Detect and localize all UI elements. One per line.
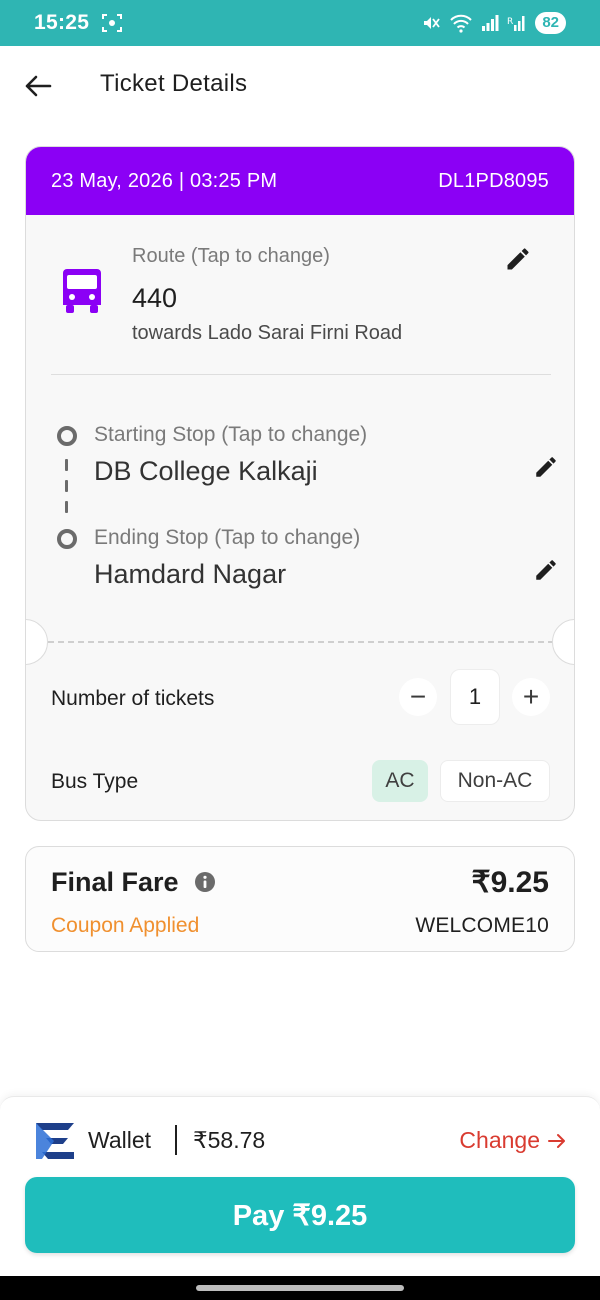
- route-divider: [51, 374, 551, 375]
- vehicle-number: DL1PD8095: [438, 169, 549, 192]
- app-header: Ticket Details: [0, 46, 600, 126]
- wallet-label: Wallet: [88, 1127, 152, 1153]
- pencil-icon: [507, 248, 529, 270]
- pay-button[interactable]: Pay ₹9.25: [25, 1177, 575, 1253]
- edit-end-stop-button[interactable]: [528, 552, 564, 588]
- ticket-count: 1: [450, 669, 500, 725]
- ticket-header: 23 May, 2026 | 03:25 PM DL1PD8095: [26, 147, 574, 215]
- fare-amount: ₹9.25: [471, 866, 549, 899]
- change-payment-button[interactable]: Change: [459, 1127, 566, 1154]
- svg-text:R: R: [507, 17, 513, 27]
- back-button[interactable]: [18, 68, 58, 104]
- battery-badge: 82: [535, 12, 566, 34]
- change-label: Change: [459, 1127, 540, 1153]
- signal-icon-2: R: [507, 16, 525, 31]
- pencil-icon: [536, 560, 556, 580]
- wifi-icon: [450, 14, 473, 33]
- wallet-balance: ₹58.78: [193, 1127, 266, 1153]
- route-label: Route (Tap to change): [132, 245, 330, 267]
- screenshot-icon: [102, 14, 123, 32]
- home-gesture-handle[interactable]: [196, 1285, 404, 1291]
- signal-icon: [482, 15, 499, 31]
- end-stop-label: Ending Stop (Tap to change): [94, 526, 361, 549]
- mute-icon: [424, 17, 441, 29]
- bus-type-ac-chip[interactable]: AC: [372, 760, 428, 802]
- route-number: 440: [132, 283, 178, 313]
- status-time: 15:25: [34, 11, 90, 34]
- edit-start-stop-button[interactable]: [528, 449, 564, 485]
- coupon-label: Coupon Applied: [51, 914, 200, 937]
- start-stop-label: Starting Stop (Tap to change): [94, 423, 368, 446]
- route-selector[interactable]: Route (Tap to change) 440 towards Lado S…: [26, 215, 574, 375]
- pay-panel: Wallet ₹58.78 Change Pay ₹9.25: [0, 1096, 600, 1276]
- ticket-perforation: [48, 641, 554, 643]
- arrow-right-icon: [548, 1133, 565, 1148]
- edit-route-button[interactable]: [500, 241, 536, 277]
- start-stop-marker: [57, 426, 77, 446]
- arrow-left-icon: [25, 75, 52, 97]
- navigation-bar: [0, 1276, 600, 1300]
- increment-button[interactable]: +: [512, 678, 550, 716]
- status-left: 15:25: [34, 11, 123, 35]
- decrement-button[interactable]: −: [399, 678, 437, 716]
- stop-connector: [65, 501, 68, 513]
- stop-connector: [65, 480, 68, 492]
- wallet-logo-icon: [36, 1123, 74, 1159]
- tickets-label: Number of tickets: [51, 687, 215, 710]
- fare-card: Final Fare ₹9.25 Coupon Applied WELCOME1…: [25, 846, 575, 952]
- status-right: R 82: [421, 12, 566, 34]
- start-stop-name: DB College Kalkaji: [94, 456, 318, 486]
- bus-icon: [63, 269, 101, 313]
- pencil-icon: [536, 457, 556, 477]
- fare-title: Final Fare: [51, 867, 179, 897]
- wallet-separator: [175, 1125, 177, 1155]
- ticket-datetime: 23 May, 2026 | 03:25 PM: [51, 169, 278, 192]
- stop-connector: [65, 459, 68, 471]
- end-stop-name: Hamdard Nagar: [94, 559, 287, 589]
- coupon-code: WELCOME10: [415, 914, 549, 937]
- status-bar: 15:25 R 82: [0, 0, 600, 46]
- page-title: Ticket Details: [100, 70, 248, 97]
- ticket-notch-right: [552, 619, 574, 665]
- bus-type-label: Bus Type: [51, 770, 139, 793]
- route-direction: towards Lado Sarai Firni Road: [132, 322, 403, 344]
- ticket-notch-left: [26, 619, 48, 665]
- info-icon[interactable]: [194, 871, 216, 893]
- ticket-card: 23 May, 2026 | 03:25 PM DL1PD8095 Route …: [25, 146, 575, 821]
- bus-type-nonac-chip[interactable]: Non-AC: [440, 760, 550, 802]
- end-stop-marker: [57, 529, 77, 549]
